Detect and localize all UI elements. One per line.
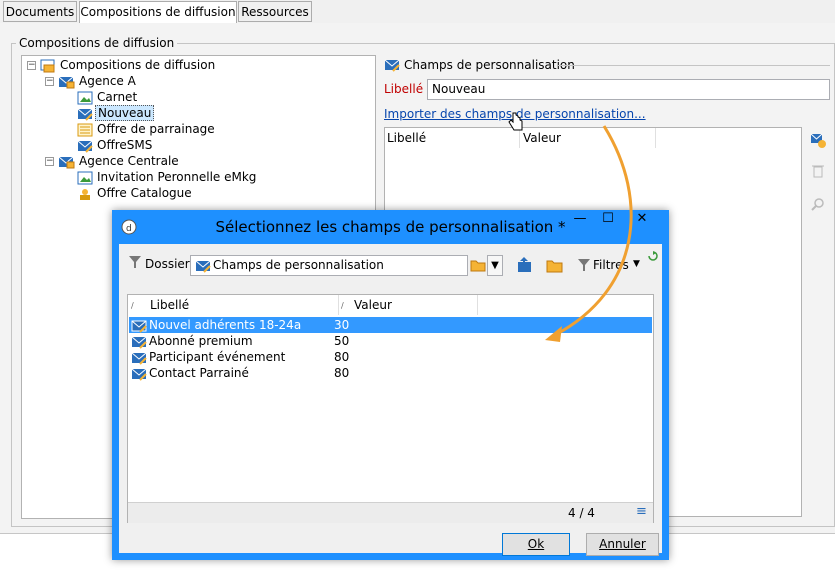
- hand-cursor-icon: [508, 112, 523, 131]
- annotation-arrow: [545, 125, 633, 342]
